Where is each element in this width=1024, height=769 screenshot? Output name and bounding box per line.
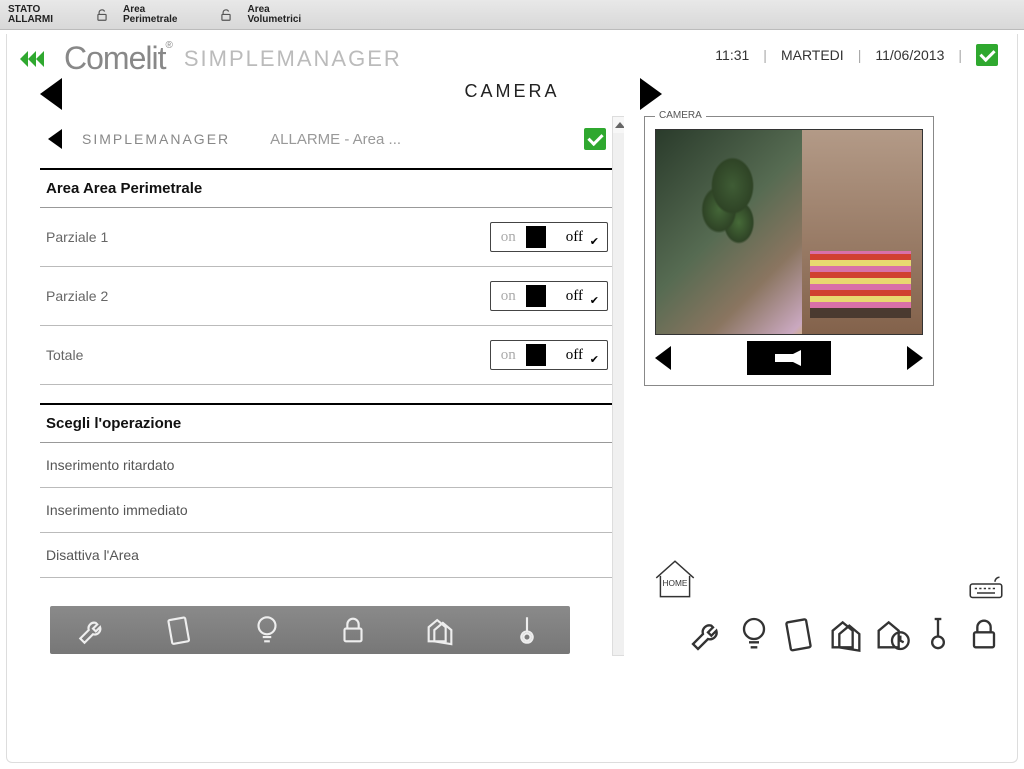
lock-icon[interactable] [336, 613, 370, 647]
alarm-status: STATO ALLARMI [0, 3, 61, 27]
status-label: STATO [8, 5, 53, 15]
category-toolbar [50, 606, 570, 654]
clock-day: MARTEDI [781, 47, 844, 63]
scenes-icon[interactable] [423, 613, 457, 647]
scenarios-icon[interactable] [826, 614, 866, 654]
clock-time: 11:31 [715, 47, 749, 63]
delayed-arm-button[interactable]: Inserimento ritardato [40, 443, 614, 488]
breadcrumb: SIMPLEMANAGER ALLARME - Area ... [40, 116, 614, 168]
row-label: Totale [46, 347, 83, 363]
next-page-button[interactable] [640, 78, 662, 110]
wrench-icon[interactable] [76, 613, 110, 647]
camera-label: CAMERA [655, 110, 706, 121]
total-row: Totale on off✔ [40, 326, 614, 385]
access-icon[interactable] [780, 614, 820, 654]
camera-next-button[interactable] [907, 346, 923, 370]
lock-open-icon [95, 8, 109, 22]
security-icon[interactable] [964, 614, 1004, 654]
settings-icon[interactable] [688, 614, 728, 654]
row-label: Parziale 2 [46, 288, 108, 304]
area-volumetrici-status: Area Volumetrici [215, 3, 309, 27]
home-button[interactable]: HOME [650, 554, 700, 602]
card-icon[interactable] [163, 613, 197, 647]
header: Comelit® SIMPLEMANAGER 11:31 | MARTEDI |… [0, 30, 1024, 77]
total-toggle[interactable]: on off✔ [490, 340, 608, 370]
lock-open-icon [219, 8, 233, 22]
svg-text:HOME: HOME [663, 578, 688, 588]
bulb-icon[interactable] [250, 613, 284, 647]
breadcrumb-current: ALLARME - Area ... [270, 131, 401, 148]
page-title-row: CAMERA [0, 77, 1024, 110]
area-section-header: Area Area Perimetrale [40, 168, 614, 208]
prev-page-button[interactable] [40, 78, 62, 110]
status-ok-icon [976, 44, 998, 66]
camera-panel: CAMERA HOME [640, 110, 1014, 662]
area-perimetrale-status: Area Perimetrale [91, 3, 185, 27]
quick-nav: HOME [650, 554, 1004, 654]
brand-name: Comelit [64, 40, 165, 77]
breadcrumb-root[interactable]: SIMPLEMANAGER [82, 131, 230, 147]
thermometer-icon[interactable] [510, 613, 544, 647]
partial-2-toggle[interactable]: on off✔ [490, 281, 608, 311]
immediate-arm-button[interactable]: Inserimento immediato [40, 488, 614, 533]
camera-feed[interactable] [655, 129, 923, 335]
row-label: Parziale 1 [46, 229, 108, 245]
top-status-bar: STATO ALLARMI Area Perimetrale Area Volu… [0, 0, 1024, 30]
lights-icon[interactable] [734, 614, 774, 654]
camera-frame: CAMERA [644, 116, 934, 386]
operations-section-header: Scegli l'operazione [40, 403, 614, 443]
camera-thumbnail[interactable] [747, 341, 831, 375]
clock-date: 11/06/2013 [875, 47, 944, 63]
camera-prev-button[interactable] [655, 346, 671, 370]
page-title: CAMERA [464, 81, 559, 101]
scroll-up-button[interactable] [613, 117, 624, 133]
climate-icon[interactable] [918, 614, 958, 654]
partial-2-row: Parziale 2 on off✔ [40, 267, 614, 326]
breadcrumb-back-button[interactable] [48, 129, 62, 149]
comelit-mark-icon [20, 44, 60, 74]
status-sub: ALLARMI [8, 15, 53, 25]
disable-area-button[interactable]: Disattiva l'Area [40, 533, 614, 578]
content-panel: SIMPLEMANAGER ALLARME - Area ... Area Ar… [10, 110, 630, 662]
brand-logo: Comelit® SIMPLEMANAGER [20, 40, 402, 77]
status-ok-icon [584, 128, 606, 150]
partial-1-toggle[interactable]: on off✔ [490, 222, 608, 252]
app-name: SIMPLEMANAGER [184, 46, 402, 72]
scrollbar[interactable] [612, 116, 624, 656]
keyboard-icon[interactable] [968, 572, 1004, 602]
partial-1-row: Parziale 1 on off✔ [40, 208, 614, 267]
energy-icon[interactable] [872, 614, 912, 654]
clock: 11:31 | MARTEDI | 11/06/2013 | [715, 44, 998, 66]
